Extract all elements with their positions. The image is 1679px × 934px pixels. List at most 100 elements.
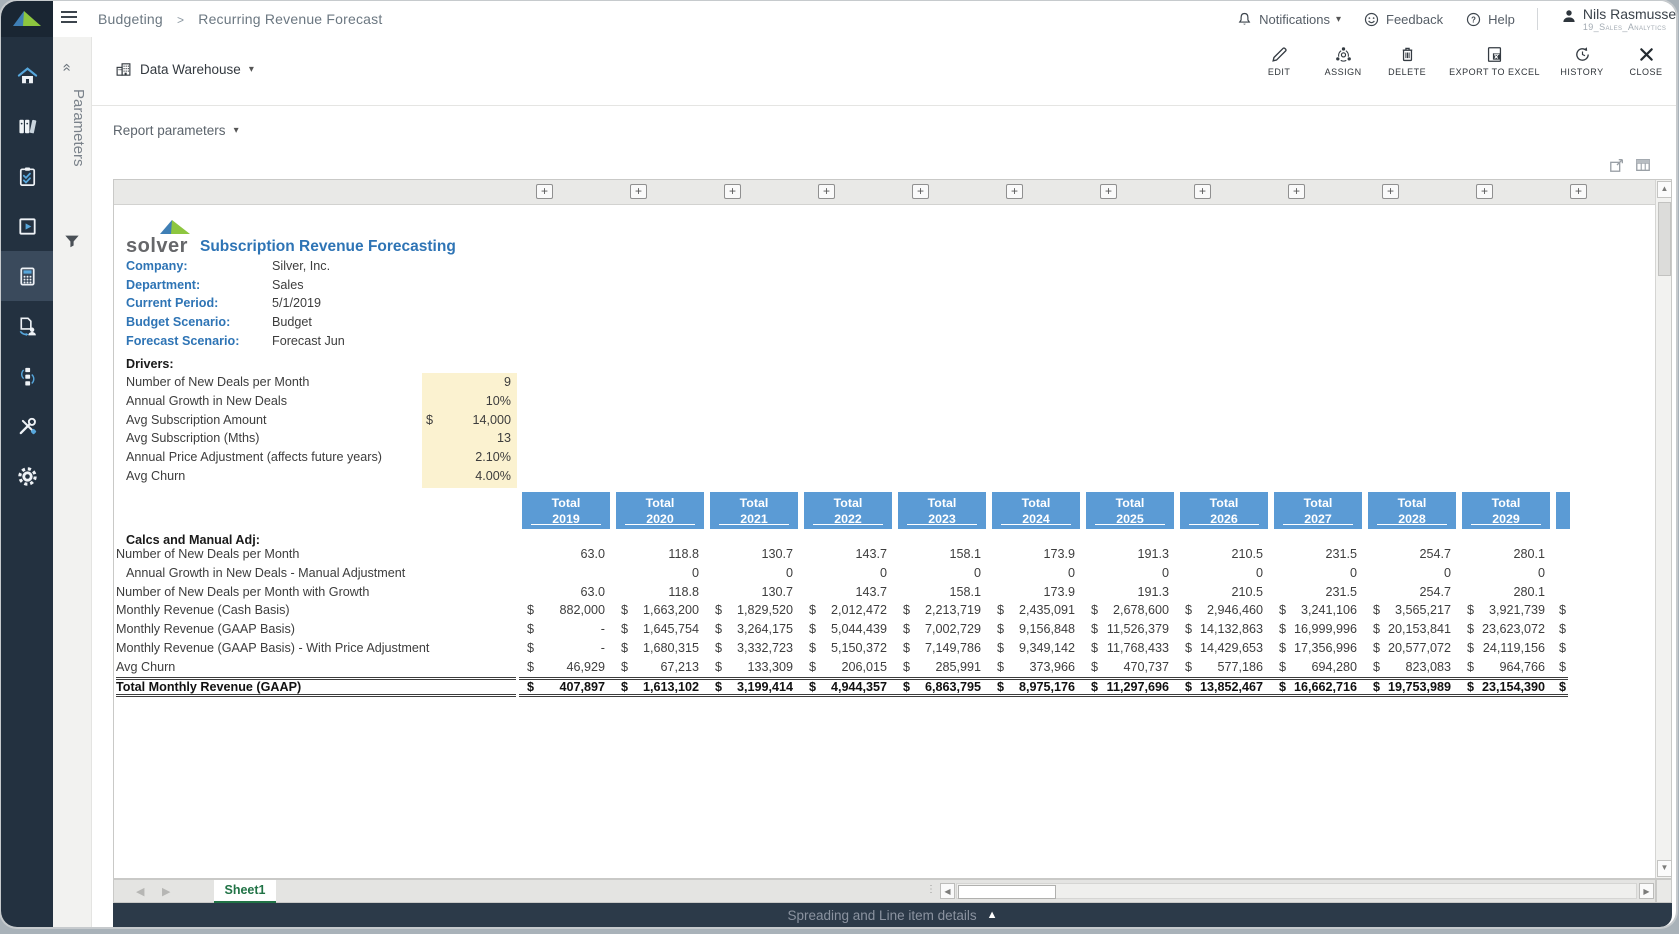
scroll-up-button[interactable]: ▲ [1657, 181, 1672, 198]
sidebar-item-home[interactable] [1, 51, 53, 101]
column-header[interactable]: Total2020 [616, 492, 704, 529]
insert-column-button[interactable]: + [818, 184, 835, 199]
expand-panel-icon[interactable]: » [58, 63, 75, 71]
value-cell[interactable]: $1,613,102 [613, 679, 707, 697]
value-cell[interactable]: 280.1 [1459, 585, 1553, 603]
value-cell[interactable]: 143.7 [801, 547, 895, 565]
value-cell[interactable]: 63.0 [519, 547, 613, 565]
value-cell[interactable]: 210.5 [1177, 585, 1271, 603]
feedback-button[interactable]: Feedback [1363, 11, 1443, 28]
value-cell[interactable]: $5,044,439 [801, 622, 895, 640]
value-cell[interactable]: $470,737 [1083, 660, 1177, 678]
value-cell[interactable]: $4,944,357 [801, 679, 895, 697]
value-cell[interactable]: 173.9 [989, 585, 1083, 603]
value-cell[interactable]: 0 [1083, 566, 1177, 584]
breadcrumb-section[interactable]: Budgeting [98, 11, 163, 27]
sidebar-item-settings[interactable] [1, 451, 53, 501]
value-cell[interactable]: $3,264,175 [707, 622, 801, 640]
value-cell[interactable]: $8,975,176 [989, 679, 1083, 697]
column-header[interactable]: Total2022 [804, 492, 892, 529]
value-cell[interactable]: 0 [1365, 566, 1459, 584]
value-cell[interactable]: 280.1 [1459, 547, 1553, 565]
value-cell[interactable]: 118.8 [613, 547, 707, 565]
user-menu[interactable]: Nils Rasmussen 19_Sales_Analytics [1560, 7, 1676, 32]
value-cell[interactable]: 0 [989, 566, 1083, 584]
value-cell[interactable]: $2,213,719 [895, 603, 989, 621]
insert-column-button[interactable]: + [1476, 184, 1493, 199]
horizontal-scroll-thumb[interactable] [958, 885, 1056, 899]
driver-input-cell[interactable]: 9 [422, 375, 517, 389]
column-header[interactable]: Total2028 [1368, 492, 1456, 529]
value-cell[interactable]: $285,991 [895, 660, 989, 678]
app-logo[interactable] [1, 1, 53, 37]
value-cell[interactable]: 254.7 [1365, 547, 1459, 565]
menu-icon[interactable] [61, 11, 77, 25]
help-button[interactable]: ? Help [1465, 11, 1515, 28]
value-cell[interactable]: $133,309 [707, 660, 801, 678]
value-cell[interactable]: $20,577,072 [1365, 641, 1459, 659]
value-cell[interactable]: 158.1 [895, 585, 989, 603]
value-cell[interactable]: $3,565,217 [1365, 603, 1459, 621]
sidebar-item-workflow[interactable] [1, 301, 53, 351]
value-cell[interactable]: 191.3 [1083, 547, 1177, 565]
horizontal-scrollbar[interactable] [956, 883, 1637, 899]
next-sheet-icon[interactable]: ▶ [162, 885, 170, 898]
value-cell[interactable]: $882,000 [519, 603, 613, 621]
value-cell[interactable]: $16,999,996 [1271, 622, 1365, 640]
popout-icon[interactable] [1609, 157, 1625, 178]
value-cell[interactable]: 158.1 [895, 547, 989, 565]
value-cell[interactable]: $1,829,520 [707, 603, 801, 621]
driver-input-cell[interactable]: 10% [422, 394, 517, 408]
value-cell[interactable]: $3,921,739 [1459, 603, 1553, 621]
column-header[interactable]: Total2019 [522, 492, 610, 529]
value-cell[interactable]: 118.8 [613, 585, 707, 603]
value-cell[interactable]: $9,156,848 [989, 622, 1083, 640]
sidebar-item-process[interactable] [1, 351, 53, 401]
value-cell[interactable]: 231.5 [1271, 547, 1365, 565]
insert-column-button[interactable]: + [1382, 184, 1399, 199]
value-cell[interactable]: 0 [1271, 566, 1365, 584]
assign-button[interactable]: ASSIGN [1321, 45, 1365, 77]
insert-column-button[interactable]: + [1194, 184, 1211, 199]
value-cell[interactable]: 0 [707, 566, 801, 584]
scroll-left-button[interactable]: ◀ [940, 883, 955, 899]
value-cell[interactable]: $823,083 [1365, 660, 1459, 678]
value-cell[interactable]: 0 [1459, 566, 1553, 584]
sidebar-item-admin-tools[interactable] [1, 401, 53, 451]
value-cell[interactable]: $1,663,200 [613, 603, 707, 621]
column-header[interactable]: Total2021 [710, 492, 798, 529]
value-cell[interactable]: $407,897 [519, 679, 613, 697]
value-cell[interactable]: $- [519, 641, 613, 659]
scroll-down-button[interactable]: ▼ [1657, 860, 1672, 877]
value-cell[interactable]: $19,753,989 [1365, 679, 1459, 697]
value-cell[interactable]: $2,946,460 [1177, 603, 1271, 621]
value-cell[interactable]: $7,149,786 [895, 641, 989, 659]
value-cell[interactable]: $24,119,156 [1459, 641, 1553, 659]
vertical-scrollbar[interactable]: ▲ ▼ [1655, 180, 1671, 878]
value-cell[interactable]: $23,154,390 [1459, 679, 1553, 697]
insert-column-button[interactable]: + [1288, 184, 1305, 199]
insert-column-button[interactable]: + [630, 184, 647, 199]
value-cell[interactable]: $206,015 [801, 660, 895, 678]
splitter-grip[interactable]: ⋮ [926, 884, 935, 895]
value-cell[interactable]: $67,213 [613, 660, 707, 678]
value-cell[interactable]: 143.7 [801, 585, 895, 603]
insert-column-button[interactable]: + [536, 184, 553, 199]
value-cell[interactable]: 210.5 [1177, 547, 1271, 565]
data-source-dropdown[interactable]: Data Warehouse ▾ [115, 61, 254, 78]
prev-sheet-icon[interactable]: ◀ [136, 885, 144, 898]
sidebar-item-assignments[interactable] [1, 151, 53, 201]
value-cell[interactable]: $14,132,863 [1177, 622, 1271, 640]
insert-column-button[interactable]: + [1006, 184, 1023, 199]
value-cell[interactable]: 0 [613, 566, 707, 584]
sheet-tab[interactable]: Sheet1 [214, 880, 276, 904]
value-cell[interactable]: $13,852,467 [1177, 679, 1271, 697]
driver-input-cell[interactable]: 4.00% [422, 469, 517, 483]
value-cell[interactable] [519, 566, 613, 584]
column-header[interactable]: Total2023 [898, 492, 986, 529]
column-header[interactable]: Total2029 [1462, 492, 1550, 529]
value-cell[interactable]: $11,297,696 [1083, 679, 1177, 697]
column-header[interactable]: Total2025 [1086, 492, 1174, 529]
value-cell[interactable]: $23,623,072 [1459, 622, 1553, 640]
value-cell[interactable]: $5,150,372 [801, 641, 895, 659]
